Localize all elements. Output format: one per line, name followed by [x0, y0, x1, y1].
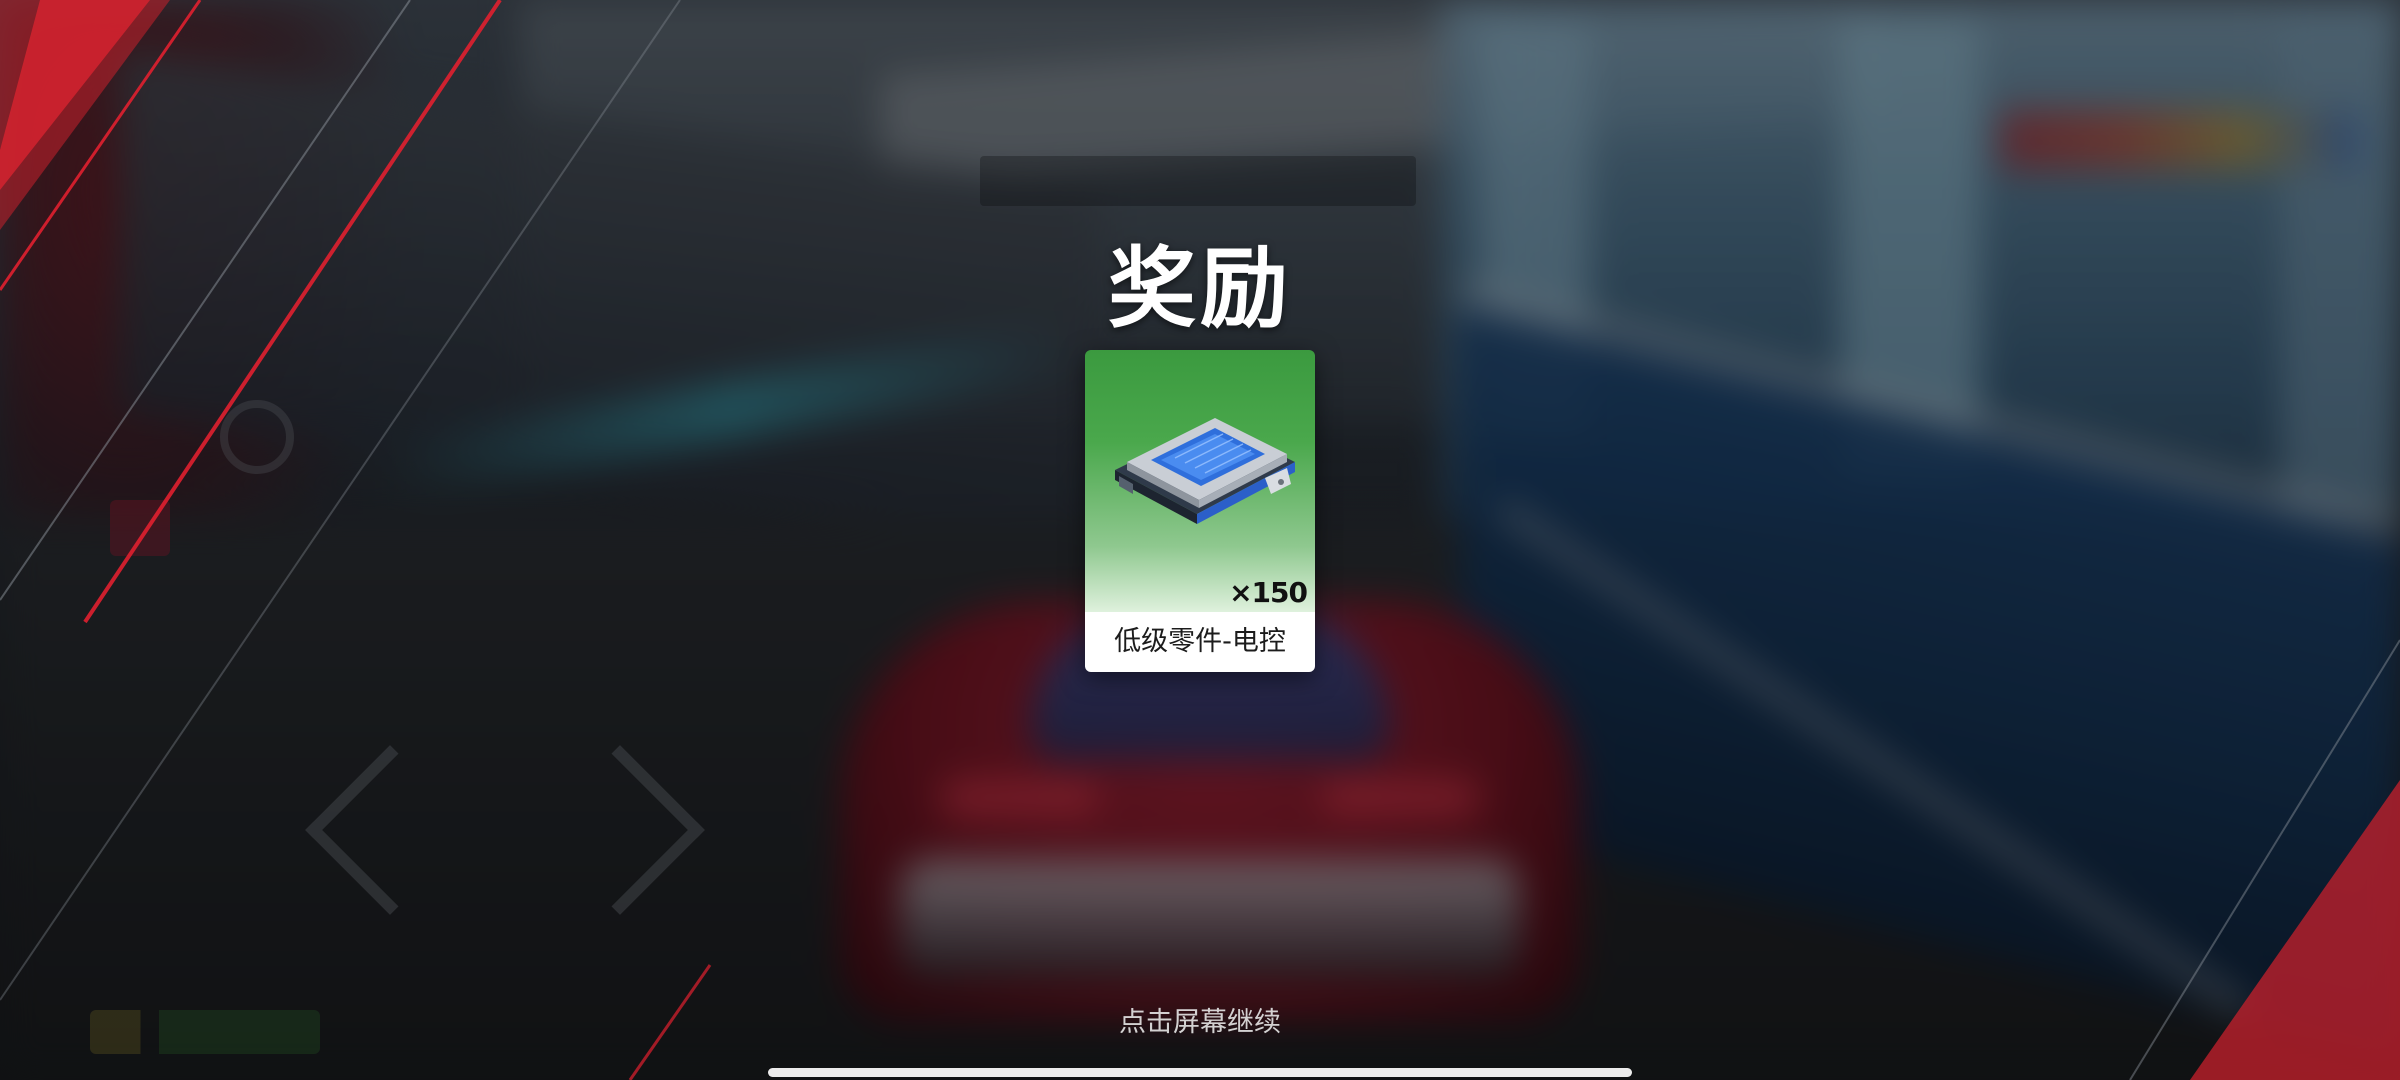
reward-quantity: ×150: [1229, 576, 1308, 609]
reward-item-name: 低级零件-电控: [1085, 612, 1315, 672]
tap-to-continue-hint: 点击屏幕继续: [1119, 1007, 1281, 1038]
electronic-control-part-icon: [1115, 418, 1295, 524]
reward-item-card[interactable]: ×150 低级零件-电控: [1085, 350, 1315, 672]
reward-item-art: ×150: [1085, 350, 1315, 612]
reward-title: 奖励: [1107, 237, 1292, 340]
game-screen: 奖励 ×150 低级零件-电控 点击屏幕继续: [0, 0, 2400, 1080]
home-indicator-bar[interactable]: [768, 1068, 1632, 1077]
